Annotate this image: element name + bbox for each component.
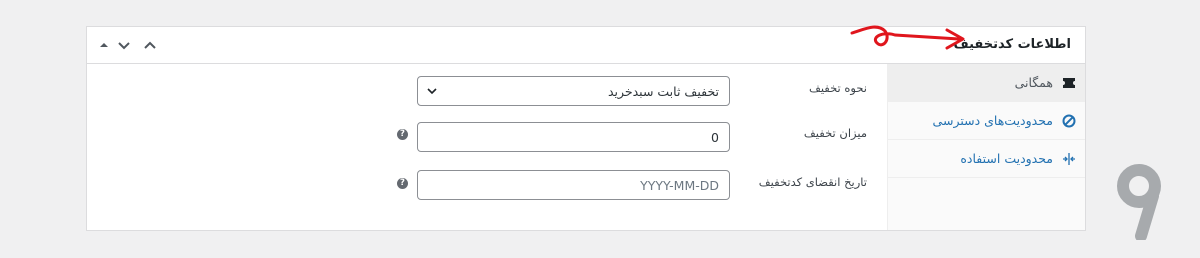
amount-label: میزان تخفیف [803,126,867,140]
toggle-panel-button[interactable] [141,36,159,54]
expiry-date-placeholder: YYYY-MM-DD [640,178,719,193]
coupon-data-panel: اطلاعات کدتخفیف همگانی محدودیت‌های دسترس… [86,25,1086,231]
tab-usage-restriction[interactable]: محدودیت‌های دسترسی [888,102,1085,140]
amount-value: 0 [711,130,719,145]
coupon-tabs: همگانی محدودیت‌های دسترسی محدودیت استفاد… [887,64,1085,230]
expiry-help-icon[interactable]: ? [397,178,408,189]
expiry-date-input[interactable]: YYYY-MM-DD [417,170,730,200]
usage-arrows-icon [1063,153,1075,165]
tab-usage-limits[interactable]: محدودیت استفاده [888,140,1085,178]
ticket-icon [1063,78,1075,88]
discount-type-value: تخفیف ثابت سبدخرید [607,84,719,99]
chevron-down-icon [118,42,130,50]
discount-type-select[interactable]: تخفیف ثابت سبدخرید [417,76,730,106]
amount-input[interactable]: 0 [417,122,730,152]
move-down-button[interactable] [115,36,133,54]
panel-title: اطلاعات کدتخفیف [953,37,1071,52]
tab-usage-restriction-label: محدودیت‌های دسترسی [932,113,1053,128]
discount-type-label: نحوه تخفیف [808,81,867,95]
tab-general-label: همگانی [1014,75,1053,90]
tab-usage-limits-label: محدودیت استفاده [960,151,1053,166]
tab-general[interactable]: همگانی [888,64,1085,102]
panel-header: اطلاعات کدتخفیف [87,25,1085,64]
site-logo-icon [1117,164,1161,240]
amount-help-icon[interactable]: ? [397,129,408,140]
chevron-down-icon [427,88,437,95]
expiry-date-label: تاریخ انقضای کدتخفیف [758,175,867,189]
block-icon [1062,114,1076,128]
move-up-button[interactable] [95,36,113,54]
chevron-up-icon [144,41,156,49]
caret-up-small-icon [100,43,108,47]
